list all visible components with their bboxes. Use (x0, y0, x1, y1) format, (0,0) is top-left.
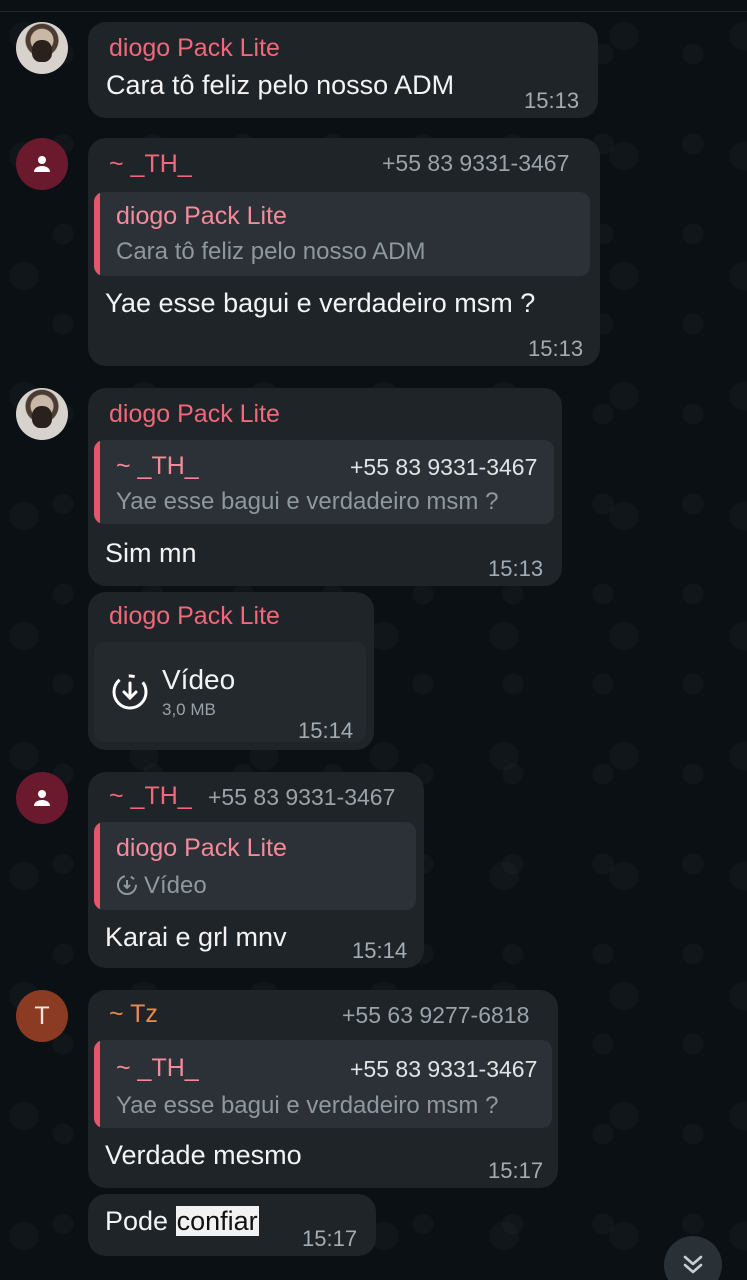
avatar-diogo[interactable] (16, 22, 68, 74)
quote-sender: ~ _TH_ (116, 452, 199, 480)
message-sender[interactable]: ~ _TH_ (109, 150, 192, 179)
message-bubble-3[interactable]: diogo Pack Lite ~ _TH_ +55 83 9331-3467 … (88, 388, 562, 586)
message-bubble-5[interactable]: ~ _TH_ +55 83 9331-3467 diogo Pack Lite … (88, 772, 424, 968)
quoted-message[interactable]: ~ _TH_ +55 83 9331-3467 Yae esse bagui e… (94, 1040, 552, 1128)
message-bubble-7[interactable]: Pode confiar 15:17 (88, 1194, 376, 1256)
quote-bar (94, 822, 100, 910)
video-size: 3,0 MB (162, 700, 216, 719)
top-divider (0, 0, 747, 12)
quote-sender: ~ _TH_ (116, 1054, 199, 1082)
video-title: Vídeo (162, 664, 236, 695)
message-text: Pode confiar (105, 1206, 259, 1237)
message-time: 15:17 (488, 1158, 544, 1183)
avatar-letter: T (34, 1001, 50, 1030)
message-sender[interactable]: ~ _TH_ (109, 782, 192, 811)
avatar-th[interactable] (16, 772, 68, 824)
download-icon[interactable] (110, 672, 150, 712)
message-text: Verdade mesmo (105, 1140, 302, 1170)
message-text: Sim mn (105, 538, 197, 568)
quoted-message[interactable]: ~ _TH_ +55 83 9331-3467 Yae esse bagui e… (94, 440, 554, 524)
quote-bar (94, 1040, 100, 1128)
selected-text[interactable]: confiar (175, 1206, 259, 1236)
message-text-plain: Pode (105, 1206, 176, 1236)
quoted-message[interactable]: diogo Pack Lite Cara tô feliz pelo nosso… (94, 192, 590, 276)
message-time: 15:14 (352, 938, 408, 963)
message-text: Cara tô feliz pelo nosso ADM (106, 70, 455, 100)
avatar-tz[interactable]: T (16, 990, 68, 1042)
quote-text: Cara tô feliz pelo nosso ADM (116, 238, 426, 265)
message-bubble-6[interactable]: ~ Tz +55 63 9277-6818 ~ _TH_ +55 83 9331… (88, 990, 558, 1188)
quote-text: Vídeo (144, 872, 207, 899)
sender-phone: +55 83 9331-3467 (382, 150, 570, 176)
sender-phone: +55 63 9277-6818 (342, 1002, 530, 1028)
message-sender[interactable]: ~ Tz (109, 1000, 158, 1029)
avatar-th[interactable] (16, 138, 68, 190)
quote-phone: +55 83 9331-3467 (350, 454, 538, 480)
message-text: Yae esse bagui e verdadeiro msm ? (105, 288, 536, 318)
message-sender[interactable]: diogo Pack Lite (109, 400, 280, 429)
message-time: 15:14 (298, 718, 354, 743)
message-text: Karai e grl mnv (105, 922, 287, 952)
person-icon (34, 790, 50, 806)
message-bubble-4[interactable]: diogo Pack Lite Vídeo 3,0 MB 15:14 (88, 592, 374, 750)
quote-sender: diogo Pack Lite (116, 834, 287, 862)
message-sender[interactable]: diogo Pack Lite (109, 34, 280, 63)
quote-text: Yae esse bagui e verdadeiro msm ? (116, 1092, 499, 1119)
avatar-diogo[interactable] (16, 388, 68, 440)
message-time: 15:17 (302, 1226, 358, 1251)
message-bubble-1[interactable]: diogo Pack Lite Cara tô feliz pelo nosso… (88, 22, 598, 118)
quote-phone: +55 83 9331-3467 (350, 1056, 538, 1082)
message-time: 15:13 (524, 88, 580, 113)
person-icon (34, 156, 50, 172)
message-time: 15:13 (528, 336, 584, 361)
message-bubble-2[interactable]: ~ _TH_ +55 83 9331-3467 diogo Pack Lite … (88, 138, 600, 366)
video-icon (117, 875, 137, 895)
sender-phone: +55 83 9331-3467 (208, 784, 396, 810)
quote-bar (94, 440, 100, 524)
quote-sender: diogo Pack Lite (116, 202, 287, 230)
quote-bar (94, 192, 100, 276)
quoted-message[interactable]: diogo Pack Lite Vídeo (94, 822, 416, 910)
quote-text: Yae esse bagui e verdadeiro msm ? (116, 488, 499, 515)
chevron-double-down-icon (683, 1255, 703, 1274)
message-sender[interactable]: diogo Pack Lite (109, 602, 280, 631)
message-time: 15:13 (488, 556, 544, 581)
